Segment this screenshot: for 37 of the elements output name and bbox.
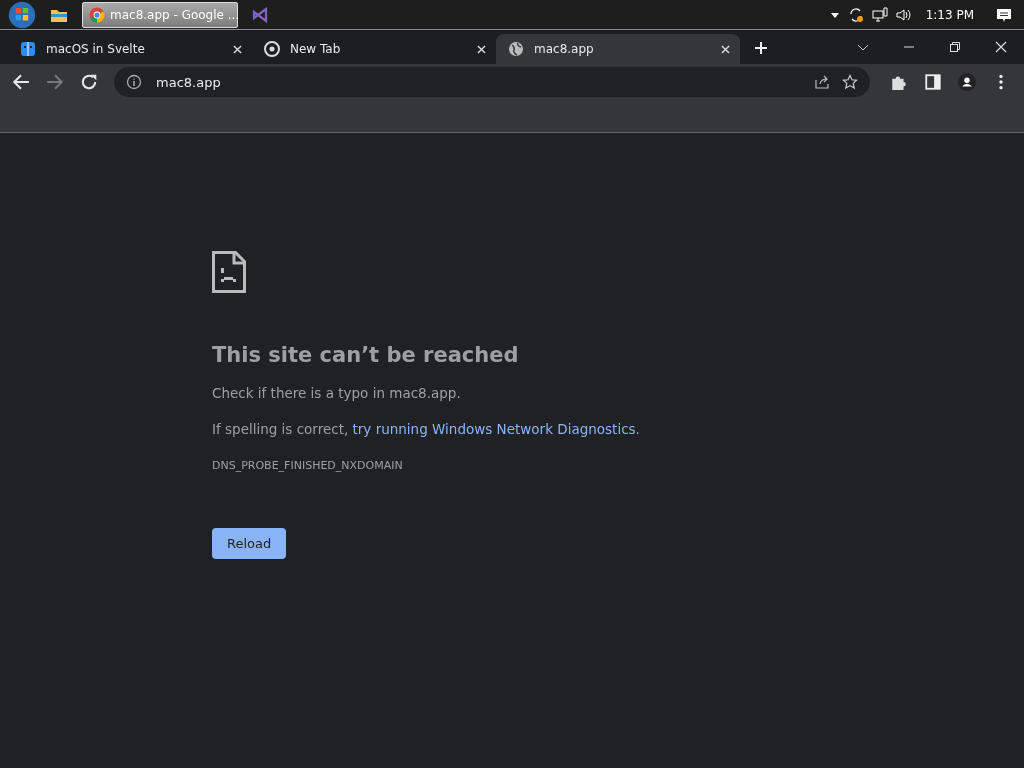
error-heading: This site can’t be reached [212,343,519,367]
globe-icon [508,41,524,57]
url-field[interactable]: mac8.app [154,73,358,91]
sad-page-icon [212,251,246,293]
close-icon[interactable] [477,44,486,54]
forward-arrow-icon[interactable] [46,73,64,91]
browser-tab[interactable]: mac8.app [496,34,740,64]
clock[interactable]: 1:13 PM [925,7,974,22]
chrome-icon [89,6,105,23]
new-tab-plus-icon[interactable] [754,41,768,55]
network-icon[interactable] [871,6,888,23]
chrome-icon [264,41,280,57]
diagnostics-link[interactable]: try running Windows Network Diagnostics [352,421,636,437]
share-icon[interactable] [814,74,830,90]
start-orb-icon[interactable] [8,0,36,29]
browser-tab[interactable]: macOS in Svelte [8,34,252,64]
notification-icon[interactable] [996,6,1012,23]
speaker-icon[interactable] [895,6,912,23]
side-panel-icon[interactable] [924,73,942,91]
back-arrow-icon[interactable] [12,73,30,91]
profile-icon[interactable] [958,73,976,91]
close-icon[interactable] [233,44,242,54]
sync-icon[interactable] [847,6,864,23]
error-code: DNS_PROBE_FINISHED_NXDOMAIN [212,459,403,472]
error-hint: Check if there is a typo in mac8.app. [212,385,461,401]
tab-title: New Tab [290,42,342,56]
info-icon [126,74,142,90]
error-suggestion: If spelling is correct, try running Windows Network Diagnostics. [212,421,640,437]
tab-title: mac8.app [534,42,595,56]
face-logo-icon [20,41,36,57]
star-icon[interactable] [842,74,858,90]
close-icon[interactable] [721,44,730,54]
infinity-logo-icon[interactable] [252,6,270,23]
reload-icon[interactable] [80,73,98,91]
tab-title: macOS in Svelte [46,42,146,56]
reload-button[interactable]: Reload [212,528,287,559]
browser-tab[interactable]: New Tab [252,34,496,64]
